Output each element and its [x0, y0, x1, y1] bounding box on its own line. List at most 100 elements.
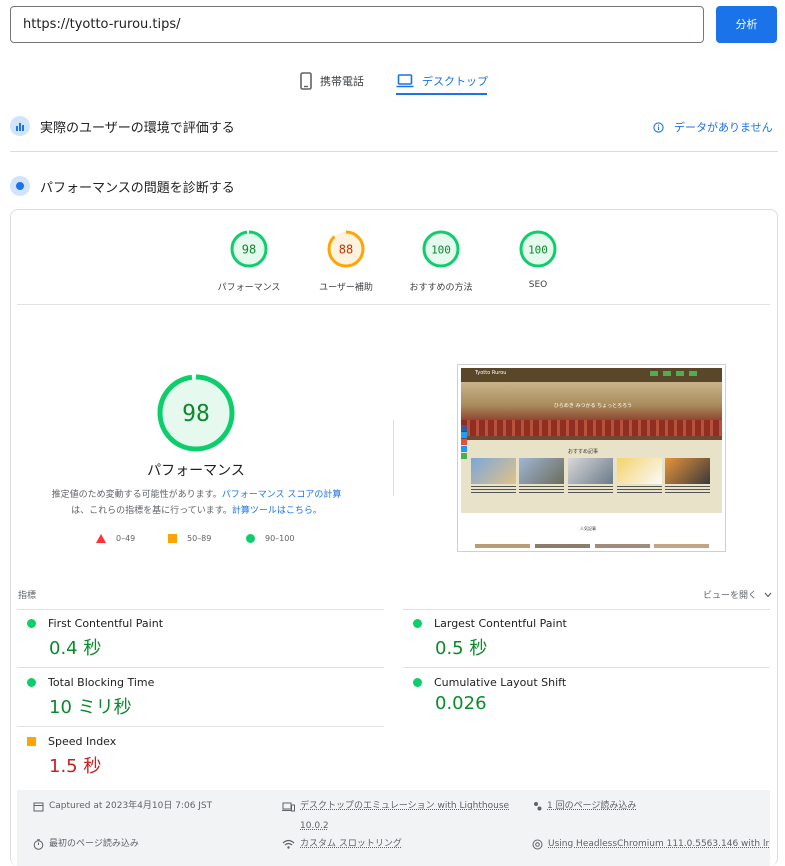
- chevron-down-icon: [764, 592, 772, 598]
- legend-pass: 90–100: [246, 534, 294, 543]
- diagnose-icon: [10, 176, 30, 196]
- tab-desktop-label: デスクトップ: [422, 75, 488, 88]
- metric-rule: [403, 667, 770, 668]
- pass-circle-icon: [27, 678, 36, 687]
- average-square-icon: [27, 737, 36, 746]
- initial-load-text: 最初のページ読み込み: [49, 839, 139, 849]
- metric-value: 0.026: [435, 693, 487, 714]
- triangle-icon: [96, 534, 106, 543]
- chrome-icon: [532, 839, 543, 850]
- metric-rule: [403, 609, 770, 610]
- metric-value: 10 ミリ秒: [49, 697, 132, 718]
- captured-at: Captured at 2023年4月10日 7:06 JST: [33, 796, 212, 816]
- metric-fcp: First Contentful Paint 0.4 秒: [27, 617, 163, 660]
- emulation-info[interactable]: デスクトップのエミュレーション with Lighthouse 10.0.2: [282, 796, 522, 836]
- score-calc-link[interactable]: パフォーマンス スコアの計算: [222, 490, 342, 500]
- seo-gauge: 100: [519, 230, 557, 268]
- legend-average: 50–89: [168, 534, 211, 543]
- timer-icon: [33, 839, 44, 850]
- metric-name: Cumulative Layout Shift: [434, 676, 567, 689]
- devices-icon: [282, 802, 295, 812]
- performance-big-score: 98: [182, 401, 210, 427]
- best-practices-gauge: 100: [422, 230, 460, 268]
- vertical-separator: [393, 420, 394, 496]
- field-data-icon: [10, 116, 30, 136]
- performance-title: パフォーマンス: [147, 463, 245, 479]
- info-icon: [653, 121, 664, 133]
- thumb-sub-heading: 人気記事: [580, 526, 596, 531]
- legend-pass-label: 90–100: [265, 534, 295, 543]
- tab-desktop[interactable]: デスクトップ: [396, 66, 488, 96]
- pass-circle-icon: [27, 619, 36, 628]
- tab-mobile-label: 携帯電話: [320, 75, 364, 88]
- emulation-line-2: 10.0.2: [300, 821, 329, 831]
- page-loads[interactable]: 1 回のページ読み込み: [532, 796, 636, 816]
- throttling-info[interactable]: カスタム スロットリング: [282, 834, 402, 854]
- tab-mobile[interactable]: 携帯電話: [300, 66, 364, 96]
- desc-text-1: 推定値のため変動する可能性があります。: [51, 490, 222, 500]
- metric-cls: Cumulative Layout Shift 0.026: [413, 676, 566, 714]
- metric-rule: [17, 667, 384, 668]
- browser-info[interactable]: Using HeadlessChromium 111.0.5563.146 wi…: [532, 834, 772, 854]
- calendar-icon: [33, 802, 44, 812]
- metric-name: Speed Index: [48, 735, 117, 748]
- performance-gauge: 98: [230, 230, 268, 268]
- metrics-label: 指標: [18, 591, 37, 601]
- best-practices-score: 100: [431, 244, 451, 257]
- circle-icon: [246, 534, 255, 543]
- mobile-phone-icon: [300, 72, 312, 90]
- url-input[interactable]: https://tyotto-rurou.tips/: [10, 6, 704, 43]
- metric-speed-index: Speed Index 1.5 秒: [27, 735, 116, 778]
- metric-name: Total Blocking Time: [48, 676, 155, 689]
- lab-data-heading: パフォーマンスの問題を診断する: [10, 176, 235, 196]
- metric-rule: [17, 726, 384, 727]
- no-data-notice[interactable]: データがありません: [653, 119, 773, 135]
- category-accessibility[interactable]: 88 ユーザー補助: [296, 230, 396, 293]
- throttling-text: カスタム スロットリング: [300, 839, 402, 849]
- analyze-button[interactable]: 分析: [716, 6, 777, 43]
- accessibility-gauge: 88: [327, 230, 365, 268]
- active-tab-indicator: [396, 93, 487, 95]
- metric-value: 1.5 秒: [49, 756, 102, 777]
- category-label: SEO: [528, 280, 548, 290]
- field-data-heading: 実際のユーザーの環境で評価する: [10, 116, 235, 136]
- metric-name: Largest Contentful Paint: [434, 617, 567, 630]
- category-divider: [17, 304, 770, 305]
- category-label: おすすめの方法: [409, 283, 473, 293]
- users-icon: [534, 802, 542, 811]
- metric-name: First Contentful Paint: [48, 617, 164, 630]
- square-icon: [168, 534, 177, 543]
- field-data-title: 実際のユーザーの環境で評価する: [40, 120, 235, 136]
- thumb-hero-text: ひらめき みつかる ちょっとろろう: [553, 403, 633, 409]
- legend-fail-label: 0–49: [116, 534, 136, 543]
- category-seo[interactable]: 100 SEO: [488, 230, 588, 290]
- legend-average-label: 50–89: [187, 534, 212, 543]
- legend-fail: 0–49: [96, 534, 135, 543]
- category-performance[interactable]: 98 パフォーマンス: [199, 230, 299, 293]
- thumb-section-heading: おすすめ記事: [568, 449, 599, 455]
- performance-description: 推定値のため変動する可能性があります。パフォーマンス スコアの計算 は、これらの…: [30, 487, 363, 519]
- desc-text-2: は、これらの指標を基に行っています。: [71, 506, 232, 516]
- page-loads-text: 1 回のページ読み込み: [547, 801, 637, 811]
- lab-data-title: パフォーマンスの問題を診断する: [40, 180, 235, 196]
- accessibility-score: 88: [339, 243, 353, 257]
- no-data-label: データがありません: [674, 121, 773, 134]
- thumb-site-title: Tyotto Rurou: [475, 370, 507, 376]
- initial-load: 最初のページ読み込み: [33, 834, 139, 854]
- metric-value: 0.4 秒: [49, 638, 102, 659]
- category-best-practices[interactable]: 100 おすすめの方法: [391, 230, 491, 293]
- category-label: パフォーマンス: [217, 283, 281, 293]
- performance-score: 98: [242, 243, 256, 257]
- laptop-icon: [396, 74, 414, 88]
- final-screenshot[interactable]: Tyotto Rurou ひらめき みつかる ちょっとろろう おすすめ記事 人気…: [457, 364, 726, 552]
- performance-big-gauge: 98: [157, 374, 235, 452]
- expand-view-toggle[interactable]: ビューを開く: [703, 588, 772, 601]
- emulation-line-1: デスクトップのエミュレーション with Lighthouse: [300, 801, 510, 811]
- section-divider: [10, 151, 778, 152]
- expand-view-label: ビューを開く: [703, 591, 758, 601]
- calculator-link[interactable]: 計算ツールはこちら。: [232, 506, 322, 516]
- wifi-icon: [282, 839, 295, 849]
- metric-value: 0.5 秒: [435, 638, 488, 659]
- metric-rule: [17, 609, 384, 610]
- metric-tbt: Total Blocking Time 10 ミリ秒: [27, 676, 154, 719]
